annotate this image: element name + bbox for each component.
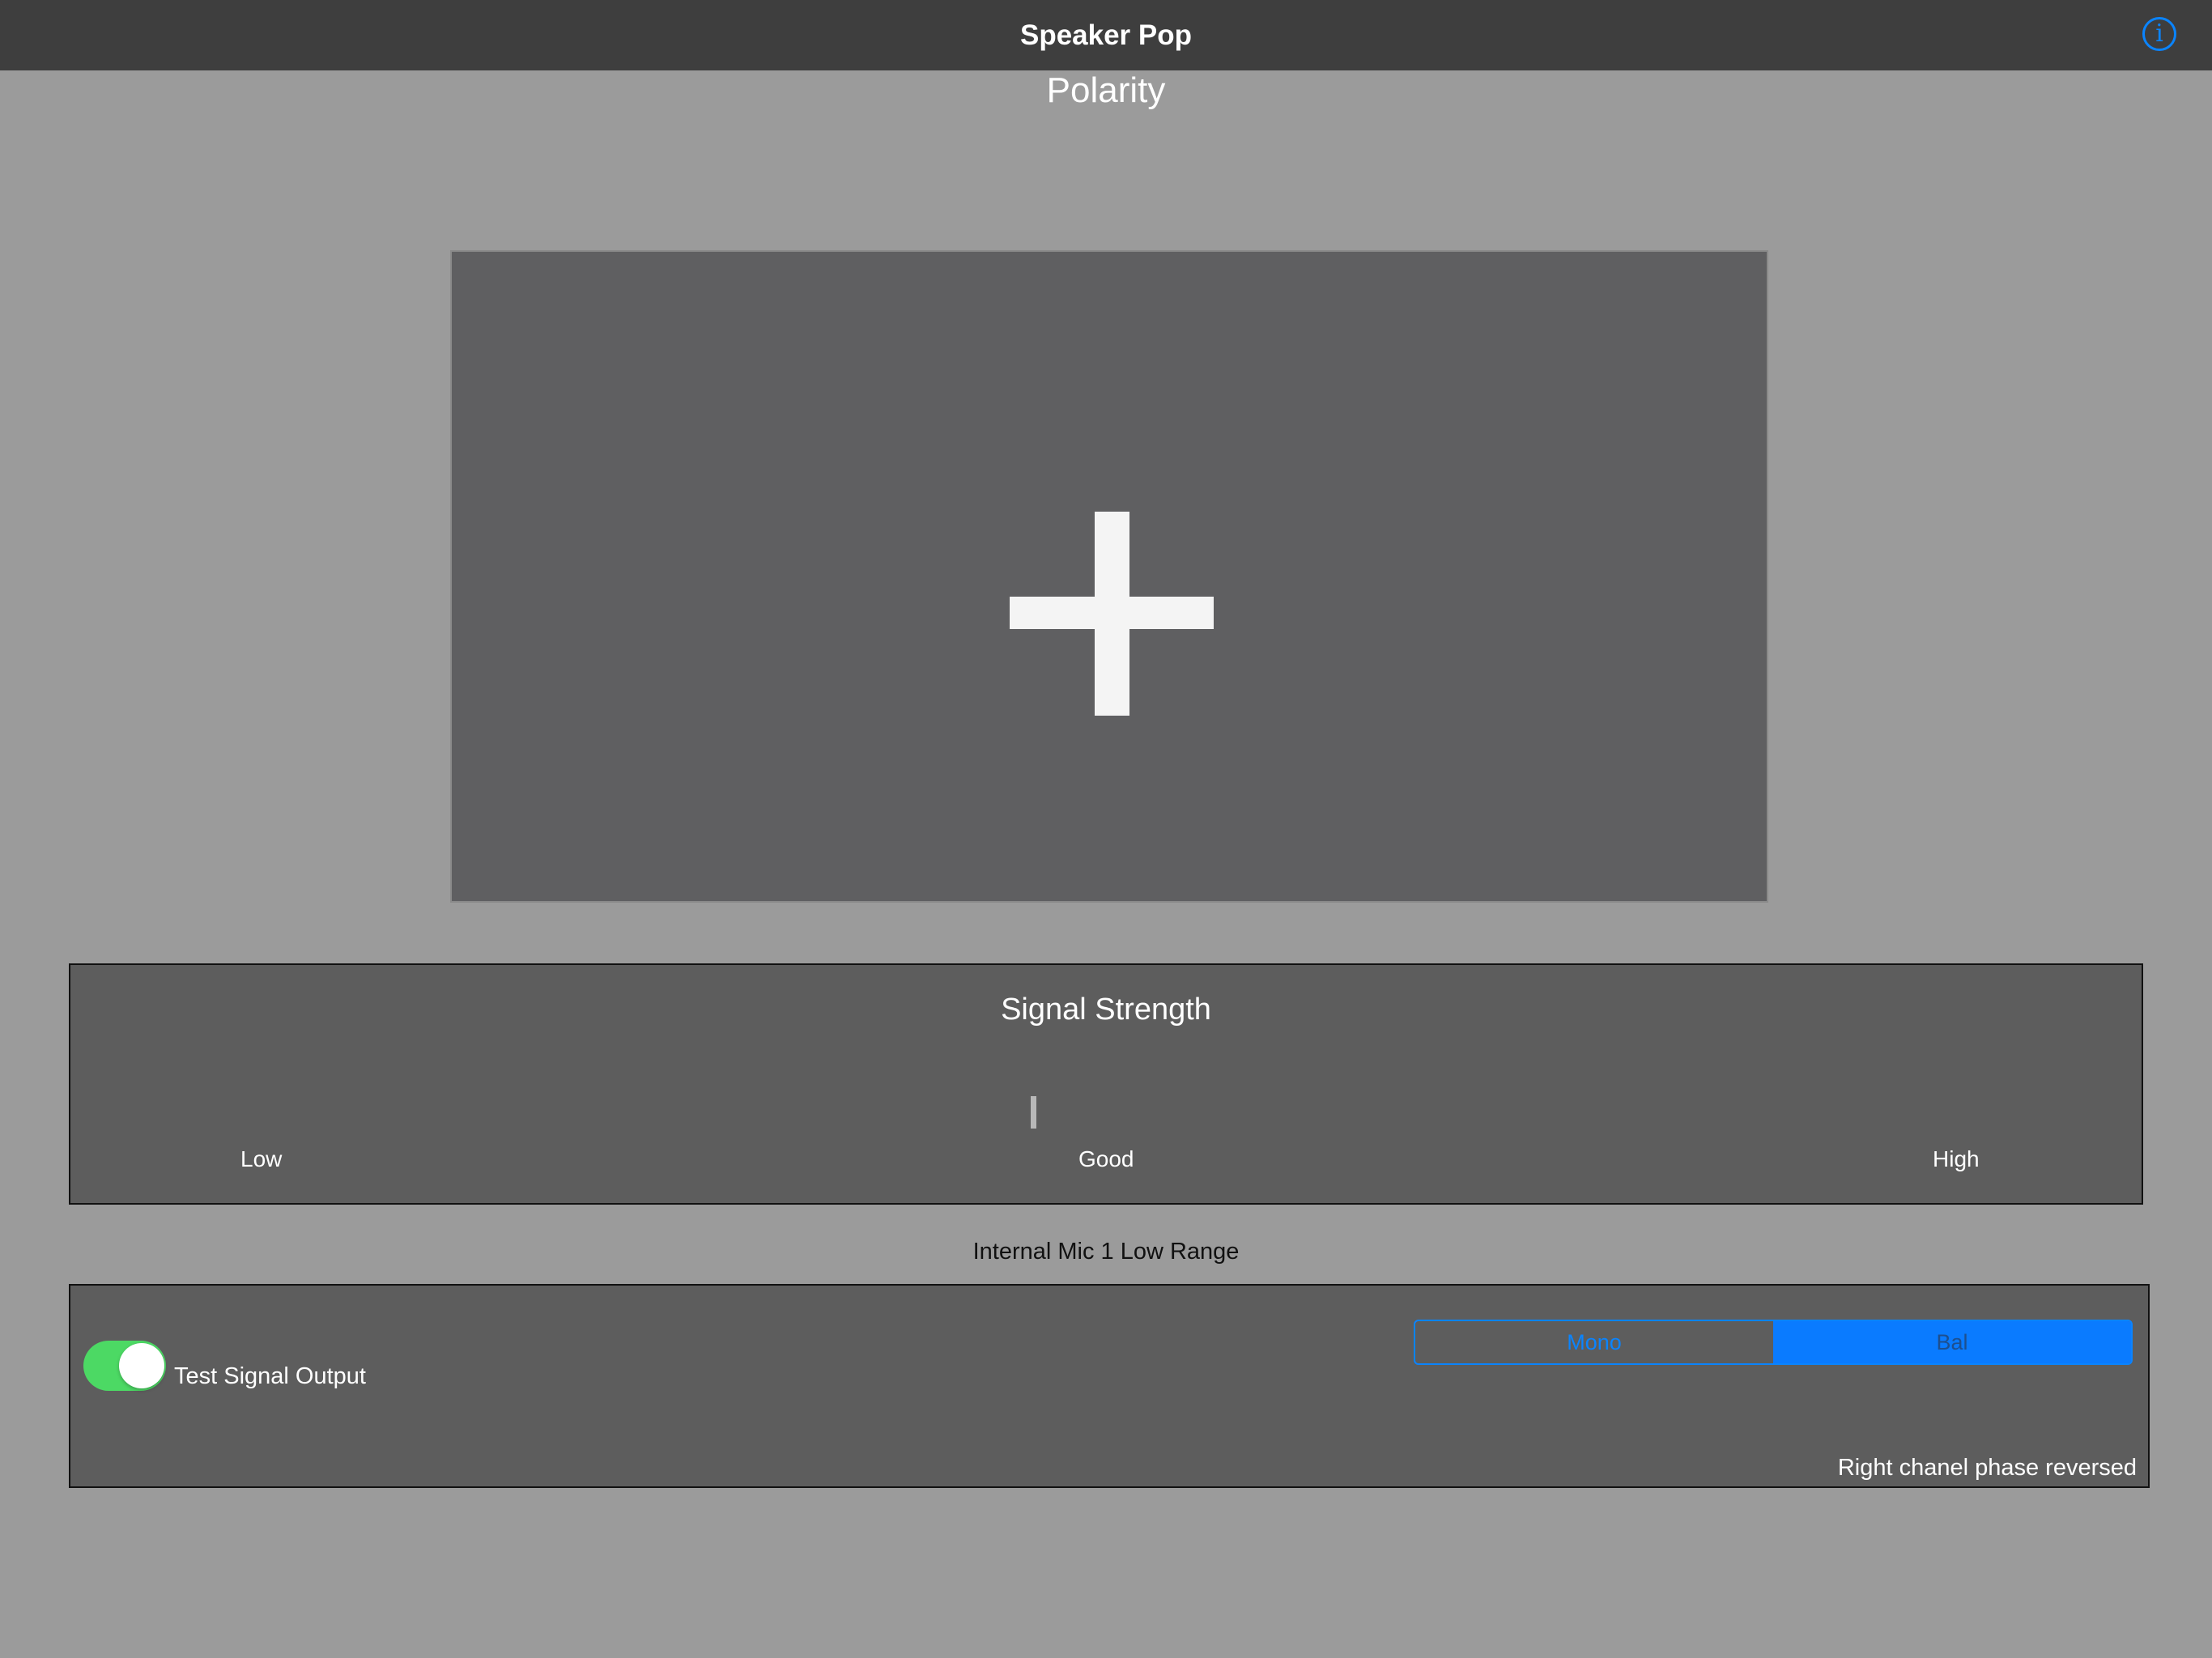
segment-mono[interactable]: Mono	[1415, 1321, 1773, 1363]
test-signal-toggle[interactable]	[83, 1341, 166, 1391]
app-title: Speaker Pop	[1019, 19, 1193, 51]
segment-bal[interactable]: Bal	[1773, 1321, 2131, 1363]
plus-icon-horizontal-bar	[1010, 597, 1214, 629]
scale-label-good: Good	[1078, 1146, 1134, 1171]
test-signal-label: Test Signal Output	[174, 1363, 366, 1389]
control-panel: Test Signal Output Mono Bal Right chanel…	[69, 1284, 2150, 1488]
scale-label-low: Low	[240, 1146, 283, 1171]
mic-source-label: Internal Mic 1 Low Range	[972, 1239, 1240, 1265]
signal-strength-title: Signal Strength	[1001, 993, 1211, 1027]
page-title: Polarity	[1046, 70, 1166, 110]
info-icon[interactable]: i	[2142, 17, 2176, 51]
signal-strength-panel: Signal Strength Low Good High	[69, 963, 2143, 1205]
channel-mode-segmented-control: Mono Bal	[1414, 1320, 2133, 1365]
scale-label-high: High	[1933, 1146, 1980, 1171]
plus-icon	[1010, 512, 1214, 716]
signal-level-marker	[1031, 1096, 1036, 1129]
phase-status-text: Right chanel phase reversed	[1837, 1455, 2137, 1481]
toggle-knob	[119, 1343, 164, 1388]
navigation-bar: Speaker Pop i	[0, 0, 2212, 70]
